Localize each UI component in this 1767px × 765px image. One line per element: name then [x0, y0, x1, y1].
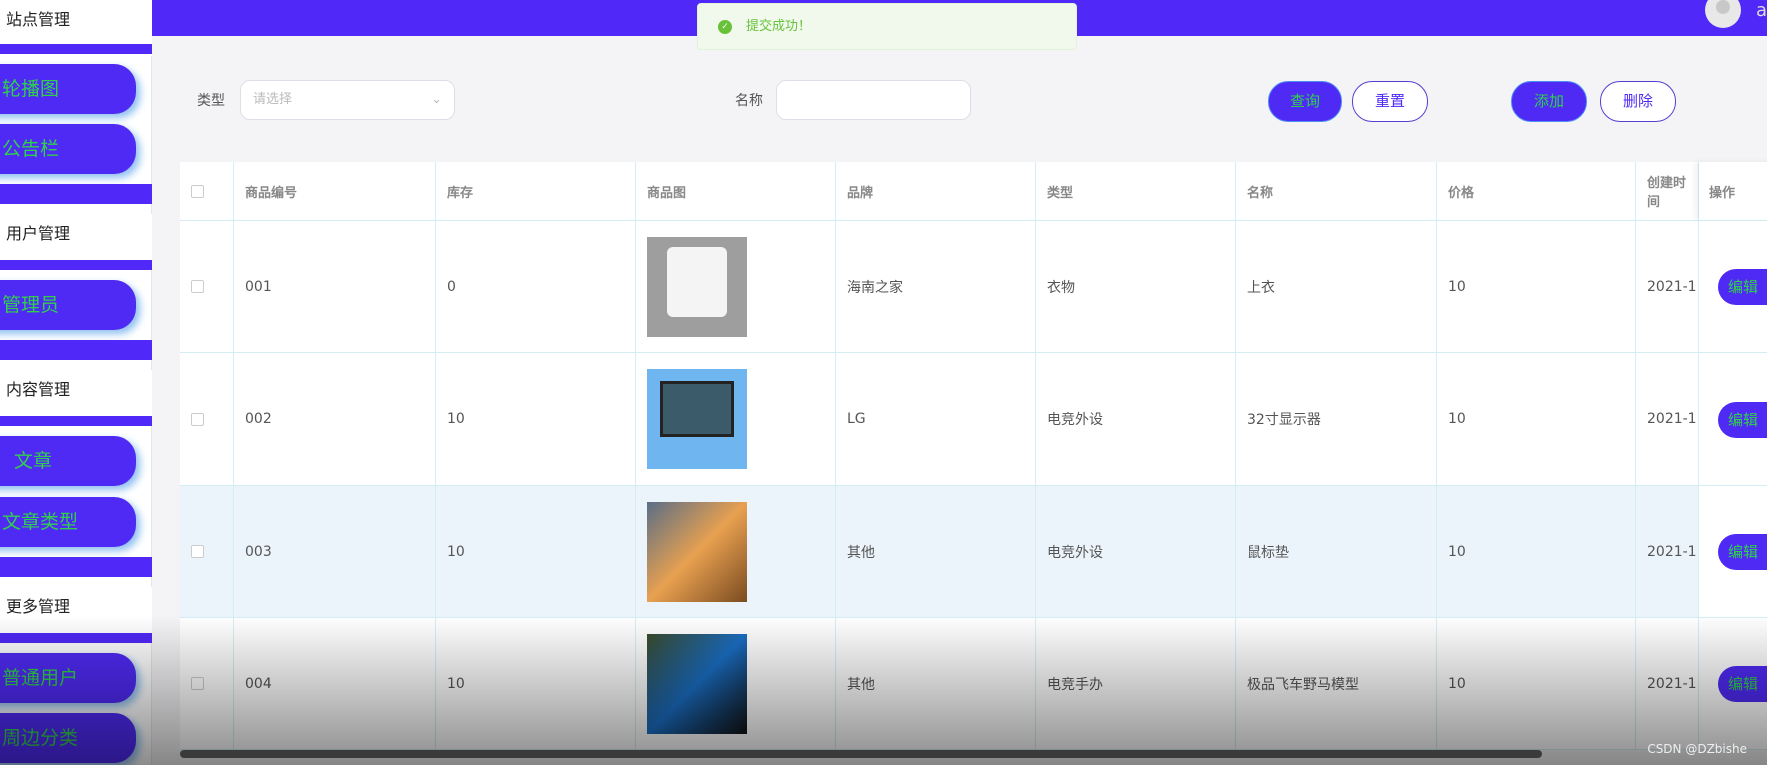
- horizontal-scrollbar[interactable]: [180, 750, 1542, 758]
- column-header: 商品图: [636, 162, 836, 220]
- cell-id: 002: [234, 353, 436, 485]
- cell-brand: 其他: [836, 486, 1036, 617]
- table-row[interactable]: 001 0 海南之家 衣物 上衣 10 2021-1 编辑: [180, 221, 1767, 353]
- query-button[interactable]: 查询: [1268, 81, 1342, 122]
- column-header: 创建时间: [1636, 162, 1699, 220]
- delete-button[interactable]: 删除: [1600, 81, 1676, 122]
- select-all-checkbox[interactable]: [191, 184, 204, 198]
- username[interactable]: a: [1756, 0, 1767, 21]
- column-header: 价格: [1437, 162, 1636, 220]
- cell-brand: LG: [836, 353, 1036, 485]
- cell-id: 003: [234, 486, 436, 617]
- divider: [0, 44, 152, 54]
- cell-brand: 其他: [836, 618, 1036, 749]
- name-input[interactable]: [776, 80, 971, 120]
- product-table: 商品编号 库存 商品图 品牌 类型 名称 价格 创建时间 操作 001 0 海南之家 衣物 上衣 10 20…: [180, 162, 1767, 750]
- avatar[interactable]: [1705, 0, 1741, 28]
- product-image: [647, 633, 747, 734]
- sidebar-item-article[interactable]: 文章: [0, 436, 136, 486]
- divider: [0, 184, 152, 204]
- cell-brand: 海南之家: [836, 221, 1036, 352]
- sidebar: 站点管理 轮播图 公告栏 用户管理 管理员 内容管理 文章 文章类型 更多管理 …: [0, 0, 152, 765]
- cell-name: 32寸显示器: [1236, 353, 1437, 485]
- cell-stock: 10: [436, 486, 636, 617]
- check-circle-icon: ✓: [718, 20, 732, 34]
- cell-price: 10: [1437, 486, 1636, 617]
- edit-button[interactable]: 编辑: [1718, 534, 1767, 570]
- sidebar-item-admin[interactable]: 管理员: [0, 280, 136, 330]
- product-image: [647, 236, 747, 337]
- watermark: CSDN @DZbishe: [1647, 742, 1747, 756]
- row-checkbox[interactable]: [191, 677, 204, 690]
- sidebar-item-article-type[interactable]: 文章类型: [0, 497, 136, 547]
- cell-stock: 10: [436, 618, 636, 749]
- cell-name: 极品飞车野马模型: [1236, 618, 1437, 749]
- success-toast: ✓ 提交成功！: [697, 3, 1077, 50]
- cell-type: 电竞外设: [1036, 353, 1236, 485]
- cell-name: 鼠标垫: [1236, 486, 1437, 617]
- cell-created: 2021-1: [1636, 221, 1699, 352]
- cell-type: 电竞手办: [1036, 618, 1236, 749]
- divider: [0, 340, 152, 360]
- table-row[interactable]: 003 10 其他 电竞外设 鼠标垫 10 2021-1 编辑: [180, 486, 1767, 618]
- cell-stock: 10: [436, 353, 636, 485]
- add-button[interactable]: 添加: [1511, 81, 1587, 122]
- reset-button[interactable]: 重置: [1352, 81, 1428, 122]
- cell-price: 10: [1437, 618, 1636, 749]
- cell-created: 2021-1: [1636, 486, 1699, 617]
- name-label: 名称: [735, 93, 763, 109]
- row-checkbox[interactable]: [191, 280, 204, 293]
- product-image-cell: [636, 353, 836, 485]
- type-placeholder: 请选择: [253, 92, 293, 107]
- product-image: [647, 501, 747, 602]
- column-header: 商品编号: [234, 162, 436, 220]
- edit-button[interactable]: 编辑: [1718, 401, 1767, 438]
- cell-type: 衣物: [1036, 221, 1236, 352]
- select-all-cell: [180, 162, 234, 220]
- table-row[interactable]: 002 10 LG 电竞外设 32寸显示器 10 2021-1 编辑: [180, 353, 1767, 486]
- cell-stock: 0: [436, 221, 636, 352]
- divider: [0, 416, 152, 426]
- column-header: 品牌: [836, 162, 1036, 220]
- table-row[interactable]: 004 10 其他 电竞手办 极品飞车野马模型 10 2021-1 编辑: [180, 618, 1767, 750]
- product-image-cell: [636, 486, 836, 617]
- column-header: 库存: [436, 162, 636, 220]
- divider: [0, 260, 152, 270]
- row-checkbox-cell: [180, 618, 234, 749]
- row-checkbox-cell: [180, 221, 234, 352]
- column-header: 名称: [1236, 162, 1437, 220]
- toast-message: 提交成功！: [746, 19, 812, 34]
- edit-button[interactable]: 编辑: [1718, 666, 1767, 702]
- cell-id: 004: [234, 618, 436, 749]
- sidebar-item-users[interactable]: 普通用户: [0, 653, 136, 703]
- cell-created: 2021-1: [1636, 353, 1699, 485]
- cell-price: 10: [1437, 221, 1636, 352]
- edit-button[interactable]: 编辑: [1718, 269, 1767, 305]
- product-image: [647, 369, 747, 469]
- divider: [0, 557, 152, 577]
- sidebar-item-notice[interactable]: 公告栏: [0, 124, 136, 174]
- cell-id: 001: [234, 221, 436, 352]
- cell-name: 上衣: [1236, 221, 1437, 352]
- row-checkbox[interactable]: [191, 545, 204, 558]
- product-image-cell: [636, 221, 836, 352]
- chevron-down-icon: ⌄: [431, 92, 442, 107]
- row-checkbox-cell: [180, 486, 234, 617]
- type-label: 类型: [197, 93, 225, 109]
- divider: [0, 633, 152, 643]
- cell-created: 2021-1: [1636, 618, 1699, 749]
- sidebar-item-peripheral-category[interactable]: 周边分类: [0, 713, 136, 763]
- cell-type: 电竞外设: [1036, 486, 1236, 617]
- row-checkbox[interactable]: [191, 412, 204, 426]
- row-checkbox-cell: [180, 353, 234, 485]
- column-header: 类型: [1036, 162, 1236, 220]
- cell-price: 10: [1437, 353, 1636, 485]
- sidebar-item-carousel[interactable]: 轮播图: [0, 64, 136, 114]
- type-select[interactable]: 请选择 ⌄: [240, 80, 455, 120]
- column-header: 操作: [1699, 162, 1767, 220]
- product-image-cell: [636, 618, 836, 749]
- table-header: 商品编号 库存 商品图 品牌 类型 名称 价格 创建时间 操作: [180, 162, 1767, 221]
